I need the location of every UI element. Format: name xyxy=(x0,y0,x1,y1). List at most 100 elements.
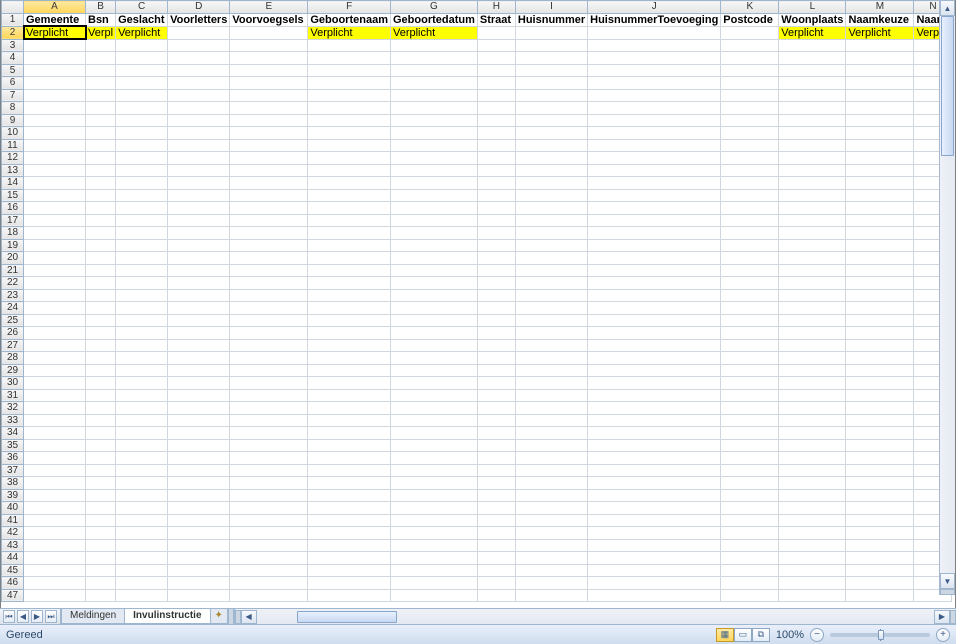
cell-F18[interactable] xyxy=(308,227,391,240)
cell-B28[interactable] xyxy=(86,352,116,365)
cell-I12[interactable] xyxy=(515,152,587,165)
cell-A14[interactable] xyxy=(24,177,86,190)
cell-D16[interactable] xyxy=(168,202,230,215)
cell-M32[interactable] xyxy=(846,402,914,415)
cell-A39[interactable] xyxy=(24,489,86,502)
cell-L21[interactable] xyxy=(779,264,846,277)
cell-I39[interactable] xyxy=(515,489,587,502)
cell-C36[interactable] xyxy=(116,452,168,465)
row-header-6[interactable]: 6 xyxy=(2,77,24,90)
cell-K19[interactable] xyxy=(721,239,779,252)
cell-G10[interactable] xyxy=(390,127,477,140)
cell-L42[interactable] xyxy=(779,527,846,540)
row-header-43[interactable]: 43 xyxy=(2,539,24,552)
column-header-I[interactable]: I xyxy=(515,1,587,14)
cell-B25[interactable] xyxy=(86,314,116,327)
cell-F35[interactable] xyxy=(308,439,391,452)
cell-K4[interactable] xyxy=(721,52,779,65)
cell-M36[interactable] xyxy=(846,452,914,465)
cell-I5[interactable] xyxy=(515,64,587,77)
cell-D1[interactable]: Voorletters xyxy=(168,13,230,26)
cell-F25[interactable] xyxy=(308,314,391,327)
cell-B32[interactable] xyxy=(86,402,116,415)
cell-F36[interactable] xyxy=(308,452,391,465)
cell-F44[interactable] xyxy=(308,552,391,565)
cell-B14[interactable] xyxy=(86,177,116,190)
cell-K30[interactable] xyxy=(721,377,779,390)
cell-E38[interactable] xyxy=(230,477,308,490)
cell-C11[interactable] xyxy=(116,139,168,152)
cell-J17[interactable] xyxy=(588,214,721,227)
row-header-28[interactable]: 28 xyxy=(2,352,24,365)
cell-H9[interactable] xyxy=(477,114,515,127)
cell-L45[interactable] xyxy=(779,564,846,577)
horizontal-scrollbar[interactable]: ◀ ▶ xyxy=(234,609,956,624)
cell-C16[interactable] xyxy=(116,202,168,215)
cell-G2[interactable]: Verplicht xyxy=(390,26,477,39)
cell-L16[interactable] xyxy=(779,202,846,215)
cell-M39[interactable] xyxy=(846,489,914,502)
cell-F19[interactable] xyxy=(308,239,391,252)
cell-G20[interactable] xyxy=(390,252,477,265)
cell-E47[interactable] xyxy=(230,589,308,602)
cell-K8[interactable] xyxy=(721,102,779,115)
column-header-B[interactable]: B xyxy=(86,1,116,14)
cell-J46[interactable] xyxy=(588,577,721,590)
cell-G44[interactable] xyxy=(390,552,477,565)
column-header-C[interactable]: C xyxy=(116,1,168,14)
cell-E39[interactable] xyxy=(230,489,308,502)
cell-K2[interactable] xyxy=(721,26,779,39)
cell-D33[interactable] xyxy=(168,414,230,427)
cell-F20[interactable] xyxy=(308,252,391,265)
cell-M41[interactable] xyxy=(846,514,914,527)
cell-M1[interactable]: Naamkeuze xyxy=(846,13,914,26)
cell-A17[interactable] xyxy=(24,214,86,227)
cell-C1[interactable]: Geslacht xyxy=(116,13,168,26)
cell-B1[interactable]: Bsn xyxy=(86,13,116,26)
cell-L30[interactable] xyxy=(779,377,846,390)
cell-E17[interactable] xyxy=(230,214,308,227)
cell-G38[interactable] xyxy=(390,477,477,490)
cell-I16[interactable] xyxy=(515,202,587,215)
cell-I29[interactable] xyxy=(515,364,587,377)
cell-B27[interactable] xyxy=(86,339,116,352)
row-header-26[interactable]: 26 xyxy=(2,327,24,340)
cell-M44[interactable] xyxy=(846,552,914,565)
cell-I37[interactable] xyxy=(515,464,587,477)
row-header-9[interactable]: 9 xyxy=(2,114,24,127)
cell-A12[interactable] xyxy=(24,152,86,165)
cell-G16[interactable] xyxy=(390,202,477,215)
cell-G30[interactable] xyxy=(390,377,477,390)
cell-F30[interactable] xyxy=(308,377,391,390)
cell-J35[interactable] xyxy=(588,439,721,452)
cell-C2[interactable]: Verplicht xyxy=(116,26,168,39)
cell-E15[interactable] xyxy=(230,189,308,202)
cell-M3[interactable] xyxy=(846,39,914,52)
cell-D23[interactable] xyxy=(168,289,230,302)
cell-K25[interactable] xyxy=(721,314,779,327)
cell-G12[interactable] xyxy=(390,152,477,165)
cell-I26[interactable] xyxy=(515,327,587,340)
cell-F9[interactable] xyxy=(308,114,391,127)
cell-G23[interactable] xyxy=(390,289,477,302)
cell-D7[interactable] xyxy=(168,89,230,102)
cell-M40[interactable] xyxy=(846,502,914,515)
cell-D42[interactable] xyxy=(168,527,230,540)
cell-B15[interactable] xyxy=(86,189,116,202)
cell-M35[interactable] xyxy=(846,439,914,452)
cell-J8[interactable] xyxy=(588,102,721,115)
cell-F15[interactable] xyxy=(308,189,391,202)
cell-G41[interactable] xyxy=(390,514,477,527)
cell-H27[interactable] xyxy=(477,339,515,352)
cell-J11[interactable] xyxy=(588,139,721,152)
cell-F28[interactable] xyxy=(308,352,391,365)
cell-H16[interactable] xyxy=(477,202,515,215)
cell-I20[interactable] xyxy=(515,252,587,265)
cell-L38[interactable] xyxy=(779,477,846,490)
cell-E37[interactable] xyxy=(230,464,308,477)
row-header-18[interactable]: 18 xyxy=(2,227,24,240)
cell-C13[interactable] xyxy=(116,164,168,177)
cell-B6[interactable] xyxy=(86,77,116,90)
cell-H17[interactable] xyxy=(477,214,515,227)
cell-L2[interactable]: Verplicht xyxy=(779,26,846,39)
